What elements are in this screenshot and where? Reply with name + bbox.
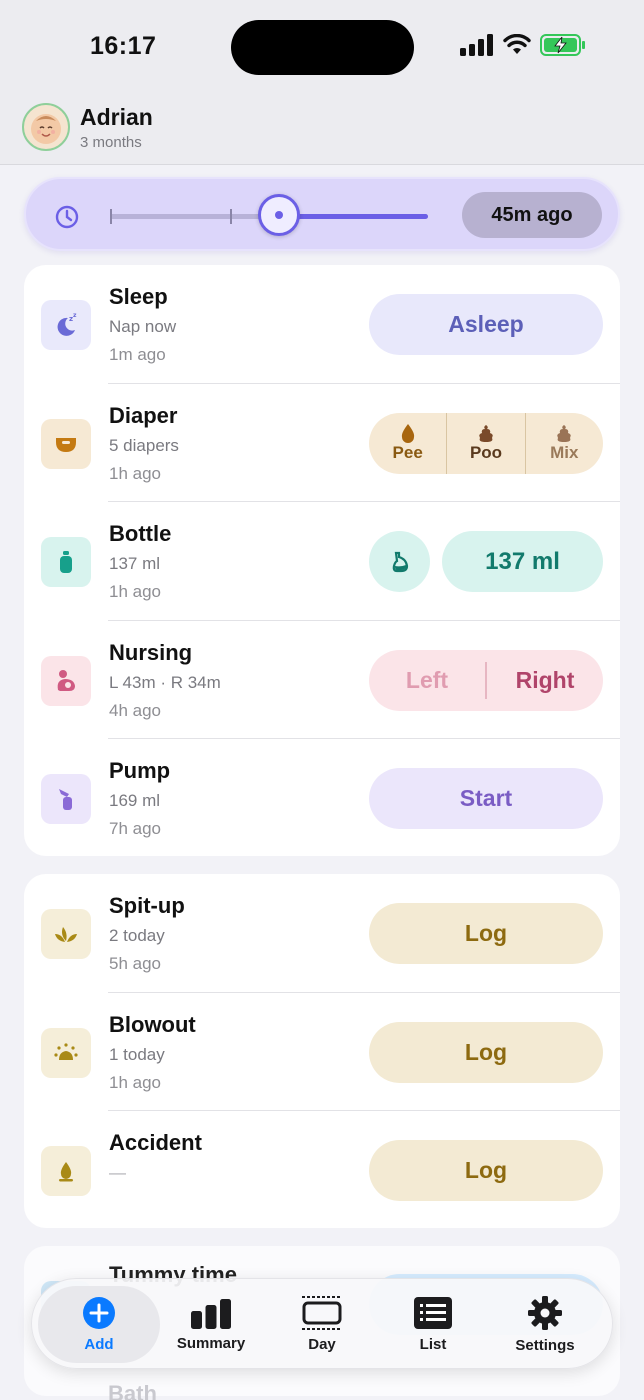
baby-age: 3 months [80, 134, 142, 151]
poo-button[interactable]: Poo [447, 412, 526, 474]
baby-avatar[interactable] [22, 103, 70, 151]
tab-label: Settings [515, 1337, 575, 1354]
drop-icon [401, 424, 414, 443]
tracker-last-time: 4h ago [109, 700, 161, 720]
tab-label: List [419, 1336, 447, 1353]
blowout-icon [41, 1027, 91, 1078]
tracker-title: Nursing [109, 639, 193, 665]
tracker-row-diaper[interactable]: Diaper 5 diapers 1h ago Pee Poo Mix [24, 384, 620, 502]
tracker-row-blowout[interactable]: Blowout 1 today 1h ago Log [24, 993, 620, 1111]
baby-face-icon [31, 114, 61, 144]
tracker-last-time: 1h ago [109, 582, 161, 601]
tab-label: Summary [176, 1335, 246, 1352]
bar-chart-icon [191, 1299, 231, 1329]
gear-icon [528, 1296, 562, 1330]
status-time: 16:17 [90, 32, 157, 60]
pee-button[interactable]: Pee [369, 412, 448, 474]
trackers-card: z z Sleep Nap now 1m ago Asleep Diaper 5… [24, 265, 620, 856]
tracker-row-nursing[interactable]: Nursing L 43m · R 34m 4h ago Left Right [24, 621, 620, 739]
tracker-row-spit-up[interactable]: Spit-up 2 today 5h ago Log [24, 874, 620, 993]
left-side-button[interactable]: Left [369, 661, 487, 699]
tracker-subtitle: 5 diapers [109, 435, 179, 455]
tracker-subtitle: 169 ml [109, 791, 161, 810]
tab-list[interactable]: List [378, 1279, 488, 1370]
tracker-last-time: 5h ago [109, 954, 161, 973]
nursing-icon [41, 655, 91, 706]
mix-button[interactable]: Mix [526, 413, 603, 474]
spit-up-log-button[interactable]: Log [369, 903, 603, 964]
slider-value-pill[interactable]: 45m ago [462, 192, 602, 238]
slider-knob[interactable] [258, 194, 300, 236]
bottle-amount-button[interactable]: 137 ml [442, 531, 603, 592]
incidents-card: Spit-up 2 today 5h ago Log Blowout 1 tod… [24, 874, 620, 1228]
tracker-row-pump[interactable]: Pump 169 ml 7h ago Start [24, 739, 620, 856]
bath-title[interactable]: Bath [108, 1381, 157, 1400]
tracker-title: Bottle [109, 521, 172, 546]
spit-up-icon [41, 909, 91, 959]
plus-circle-icon [83, 1297, 115, 1329]
tab-add[interactable]: Add [38, 1286, 160, 1363]
tracker-subtitle: Nap now [109, 317, 177, 336]
tracker-title: Pump [109, 758, 171, 783]
battery-charging-icon [540, 34, 585, 56]
tracker-row-bottle[interactable]: Bottle 137 ml 1h ago 137 ml [24, 502, 620, 621]
accident-drop-icon [41, 1146, 91, 1196]
day-timeline-icon [302, 1296, 342, 1330]
baby-bottle-icon [392, 551, 408, 572]
svg-text:z: z [73, 312, 77, 319]
mix-label: Mix [550, 443, 579, 462]
cellular-signal-icon [460, 34, 493, 56]
tab-bar: Add Summary Day List Settings [31, 1278, 613, 1369]
tracker-last-time: 1h ago [109, 463, 161, 483]
slider-tick [110, 209, 112, 224]
tracker-row-accident[interactable]: Accident — Log [24, 1111, 620, 1228]
baby-name: Adrian [80, 104, 153, 130]
bottle-feed-button[interactable] [369, 531, 430, 592]
asleep-button[interactable]: Asleep [369, 294, 603, 355]
tracker-title: Accident [109, 1130, 202, 1155]
system-icons [460, 34, 586, 56]
tracker-subtitle: 137 ml [109, 554, 161, 573]
list-icon [414, 1297, 452, 1329]
wifi-icon [503, 34, 531, 54]
tracker-title: Sleep [109, 284, 168, 309]
clock-icon[interactable] [54, 204, 80, 230]
diaper-icon [41, 418, 91, 469]
diaper-type-selector: Pee Poo Mix [369, 412, 603, 474]
poo-icon [479, 425, 493, 442]
pump-start-button[interactable]: Start [369, 768, 603, 829]
poo-label: Poo [469, 443, 503, 462]
tracker-subtitle: L 43m · R 34m [109, 672, 221, 692]
tab-day[interactable]: Day [267, 1279, 377, 1370]
tracker-title: Diaper [109, 402, 178, 428]
tracker-subtitle: — [109, 1163, 126, 1182]
right-side-button[interactable]: Right [487, 650, 603, 711]
blowout-log-button[interactable]: Log [369, 1021, 603, 1083]
tracker-title: Blowout [109, 1011, 196, 1037]
tracker-subtitle: 2 today [109, 926, 165, 945]
tracker-row-sleep[interactable]: z z Sleep Nap now 1m ago Asleep [24, 265, 620, 384]
accident-log-button[interactable]: Log [369, 1140, 603, 1201]
tab-label: Day [308, 1336, 336, 1353]
status-bar: 16:17 [0, 0, 644, 96]
tab-label: Add [84, 1336, 114, 1353]
pee-label: Pee [392, 443, 423, 462]
sleep-moon-icon: z z [41, 300, 91, 350]
tab-settings[interactable]: Settings [490, 1279, 600, 1370]
bottle-icon [41, 537, 91, 587]
slider-tick [230, 209, 232, 224]
tracker-last-time: 7h ago [109, 819, 161, 838]
pump-icon [41, 774, 91, 824]
tracker-title: Spit-up [109, 893, 185, 918]
tracker-last-time: 1m ago [109, 345, 166, 364]
dynamic-island [231, 20, 414, 75]
slider-track-fill [280, 214, 428, 219]
tracker-subtitle: 1 today [109, 1044, 165, 1064]
tab-summary[interactable]: Summary [156, 1279, 266, 1370]
time-travel-slider: 45m ago [24, 177, 620, 251]
mix-icon [557, 425, 571, 442]
tracker-last-time: 1h ago [109, 1072, 161, 1092]
profile-header[interactable]: Adrian 3 months [0, 96, 644, 165]
nursing-side-selector: Left Right [369, 649, 603, 711]
